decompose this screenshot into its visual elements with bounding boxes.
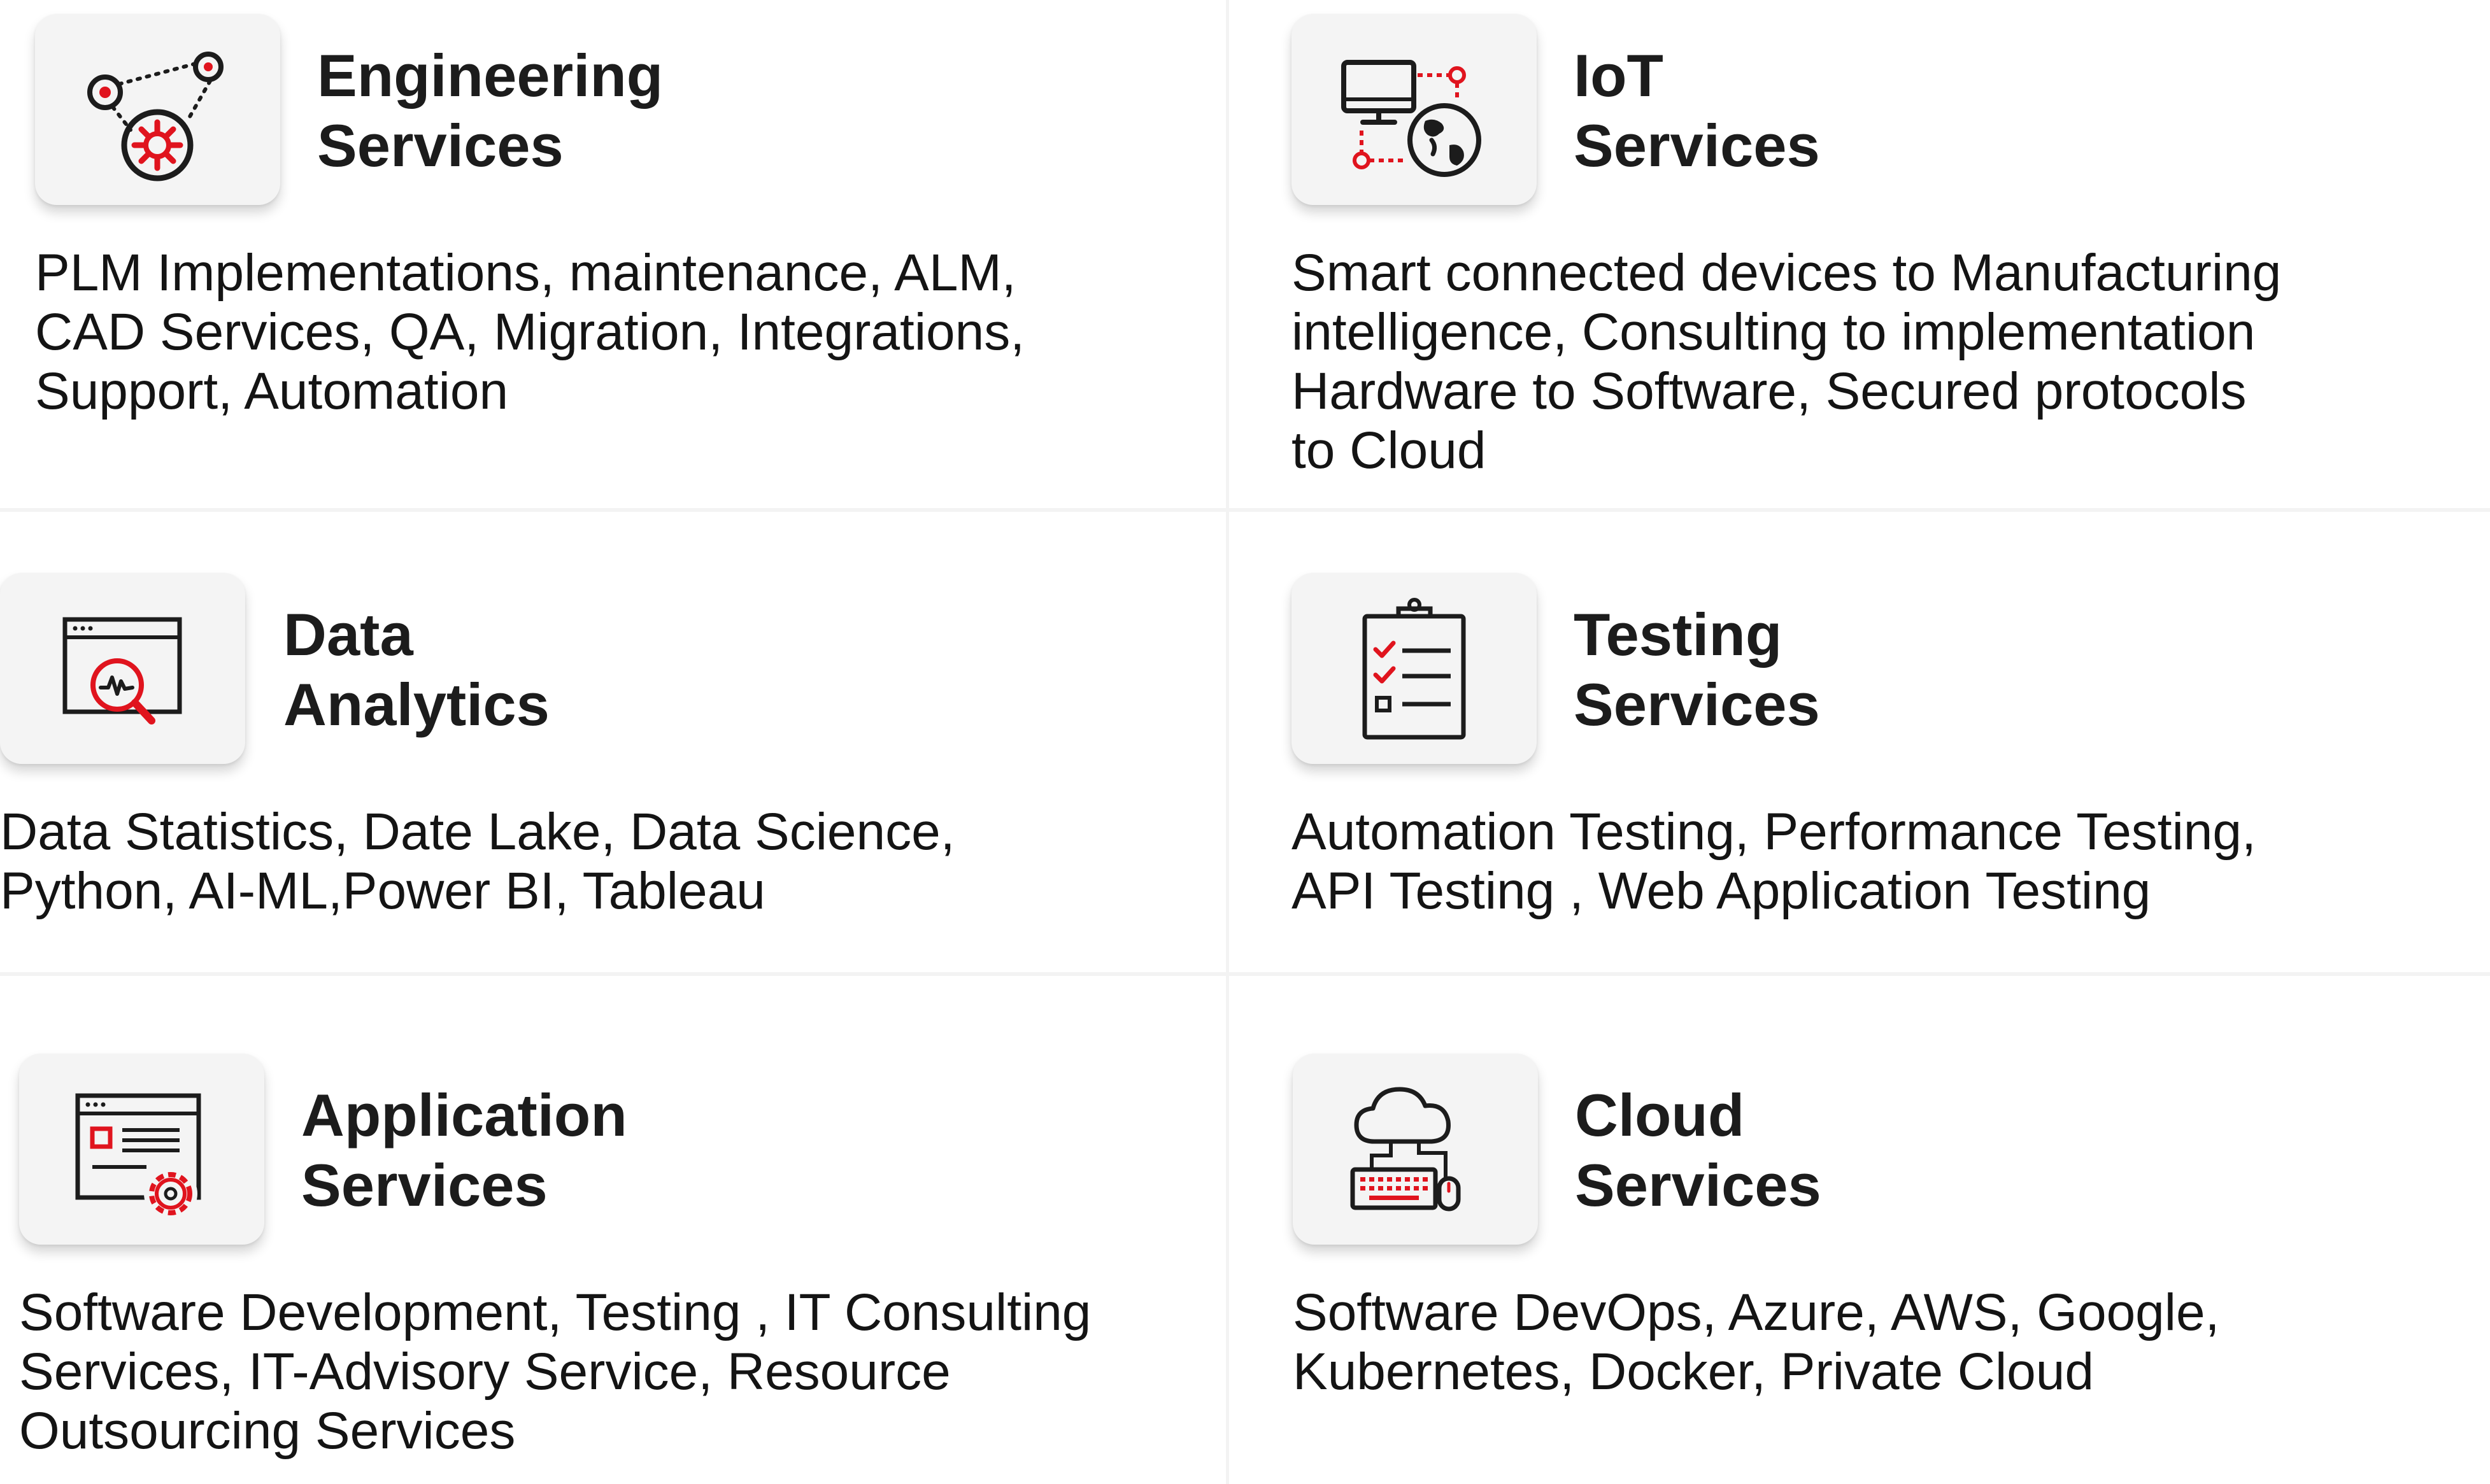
data-icon-tile	[0, 573, 245, 764]
application-title-line-2: Services	[301, 1152, 548, 1219]
iot-desc-line-3: Hardware to Software, Secured protocols	[1291, 362, 2247, 420]
services-page: Engineering Services PLM Implementations…	[0, 0, 2490, 1484]
testing-title-line-2: Services	[1574, 671, 1820, 738]
cloud-title-line-2: Services	[1575, 1152, 1821, 1219]
data-title: Data Analytics	[283, 600, 550, 740]
clipboard-checklist-icon	[1362, 598, 1466, 740]
data-desc-line-1: Data Statistics, Date Lake, Data Science…	[0, 803, 955, 861]
cloud-icon-tile	[1293, 1054, 1538, 1245]
iot-title-line-2: Services	[1574, 112, 1820, 179]
iot-desc-line-2: intelligence, Consulting to implementati…	[1291, 303, 2256, 361]
iot-desc-line-1: Smart connected devices to Manufacturing	[1291, 244, 2282, 302]
engineering-desc-line-3: Support, Automation	[35, 362, 509, 420]
engineering-title-line-2: Services	[317, 112, 564, 179]
iot-title: IoT Services	[1574, 41, 1820, 181]
cloud-desc-line-2: Kubernetes, Docker, Private Cloud	[1293, 1343, 2094, 1401]
analytics-magnifier-icon	[62, 617, 182, 724]
iot-icon-tile	[1291, 14, 1537, 205]
application-icon-tile	[19, 1054, 264, 1245]
monitor-globe-icon	[1341, 60, 1481, 177]
testing-desc-line-2: API Testing , Web Application Testing	[1291, 862, 2151, 920]
testing-icon-tile	[1291, 573, 1537, 764]
testing-services-card[interactable]: Testing Services Automation Testing, Per…	[1291, 573, 2463, 929]
iot-description: Smart connected devices to Manufacturing…	[1291, 243, 2463, 480]
application-services-card[interactable]: Application Services Software Developmen…	[19, 1054, 1191, 1474]
engineering-title: Engineering Services	[317, 41, 663, 181]
engineering-icon-tile	[35, 14, 280, 205]
iot-title-line-1: IoT	[1574, 42, 1663, 109]
application-title: Application Services	[301, 1080, 627, 1220]
engineering-services-card[interactable]: Engineering Services PLM Implementations…	[35, 14, 1207, 485]
application-desc-line-1: Software Development, Testing , IT Consu…	[19, 1283, 1092, 1341]
application-title-line-1: Application	[301, 1082, 627, 1148]
data-title-line-2: Analytics	[283, 671, 550, 738]
row-divider-2	[0, 972, 2490, 976]
engineering-desc-line-2: CAD Services, QA, Migration, Integration…	[35, 303, 1025, 361]
cloud-description: Software DevOps, Azure, AWS, Google, Kub…	[1293, 1283, 2465, 1401]
cloud-services-card[interactable]: Cloud Services Software DevOps, Azure, A…	[1293, 1054, 2465, 1410]
cloud-title-line-1: Cloud	[1575, 1082, 1745, 1148]
application-desc-line-2: Services, IT-Advisory Service, Resource	[19, 1343, 951, 1401]
engineering-description: PLM Implementations, maintenance, ALM, C…	[35, 243, 1207, 421]
testing-desc-line-1: Automation Testing, Performance Testing,	[1291, 803, 2256, 861]
data-analytics-card[interactable]: Data Analytics Data Statistics, Date Lak…	[0, 573, 1172, 929]
row-divider-1	[0, 508, 2490, 512]
application-desc-line-3: Outsourcing Services	[19, 1402, 516, 1460]
data-description: Data Statistics, Date Lake, Data Science…	[0, 802, 1172, 921]
iot-services-card[interactable]: IoT Services Smart connected devices to …	[1291, 14, 2463, 485]
testing-title: Testing Services	[1574, 600, 1820, 740]
data-title-line-1: Data	[283, 601, 413, 668]
cloud-keyboard-icon	[1350, 1087, 1461, 1212]
iot-desc-line-4: to Cloud	[1291, 421, 1486, 479]
app-window-gear-icon	[75, 1093, 201, 1220]
data-desc-line-2: Python, AI-ML,Power BI, Tableau	[0, 862, 765, 920]
gear-network-icon	[87, 52, 224, 181]
testing-description: Automation Testing, Performance Testing,…	[1291, 802, 2463, 921]
column-divider	[1226, 0, 1229, 1484]
engineering-desc-line-1: PLM Implementations, maintenance, ALM,	[35, 244, 1016, 302]
cloud-title: Cloud Services	[1575, 1080, 1821, 1220]
application-description: Software Development, Testing , IT Consu…	[19, 1283, 1191, 1460]
engineering-title-line-1: Engineering	[317, 42, 664, 109]
testing-title-line-1: Testing	[1574, 601, 1782, 668]
cloud-desc-line-1: Software DevOps, Azure, AWS, Google,	[1293, 1283, 2220, 1341]
